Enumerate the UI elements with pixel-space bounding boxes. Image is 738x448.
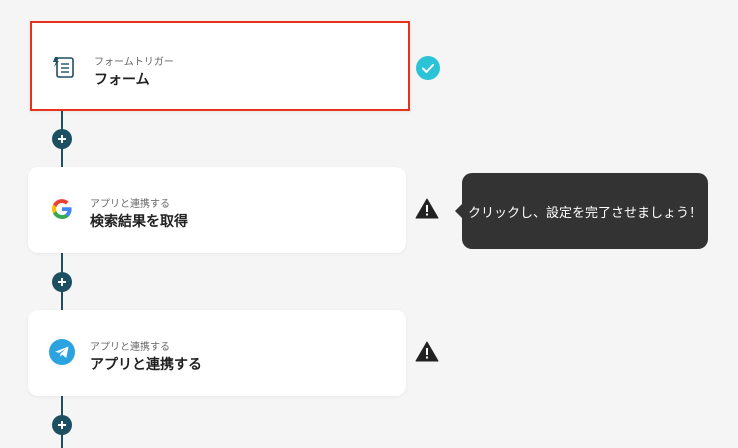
step-type-label: フォームトリガー: [94, 57, 174, 68]
step-type-label: アプリと連携する: [90, 342, 170, 353]
step-card-telegram[interactable]: アプリと連携する アプリと連携する: [28, 310, 406, 396]
google-icon: [48, 195, 76, 223]
add-step-button[interactable]: [52, 129, 72, 149]
form-icon: [50, 53, 78, 81]
check-icon: [416, 56, 440, 80]
step-title: 検索結果を取得: [90, 214, 188, 230]
warning-icon: [415, 340, 439, 364]
tooltip-text: クリックし、設定を完了させましょう！: [468, 205, 703, 221]
step-type-label: アプリと連携する: [90, 199, 170, 210]
warning-icon: [415, 197, 439, 221]
step-card-form-trigger[interactable]: フォームトリガー フォーム: [30, 21, 410, 111]
step-card-google-search[interactable]: アプリと連携する 検索結果を取得: [28, 167, 406, 253]
add-step-button[interactable]: [52, 415, 72, 435]
setup-tooltip: クリックし、設定を完了させましょう！: [455, 173, 708, 249]
step-title: アプリと連携する: [90, 357, 202, 373]
telegram-icon: [48, 338, 76, 366]
add-step-button[interactable]: [52, 272, 72, 292]
step-title: フォーム: [94, 72, 150, 88]
